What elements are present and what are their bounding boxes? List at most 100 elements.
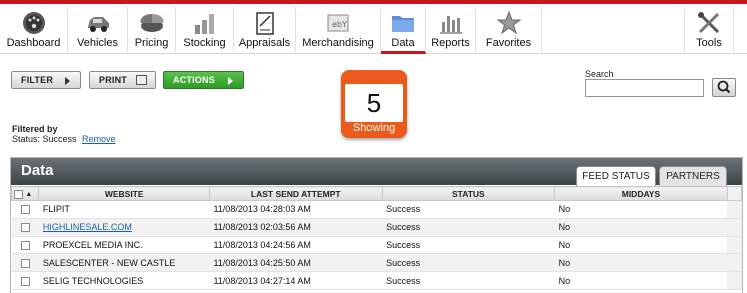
nav-dashboard[interactable]: Dashboard	[0, 6, 68, 54]
search-input[interactable]	[585, 79, 704, 97]
website-cell: SELIG TECHNOLOGIES	[38, 271, 210, 290]
row-checkbox[interactable]	[20, 205, 30, 215]
nav-label: Stocking	[183, 37, 226, 49]
scrollbar-track[interactable]	[727, 218, 742, 237]
nav-label: Tools	[696, 37, 722, 49]
column-header-website[interactable]: WEBSITE	[38, 186, 210, 201]
pie-chart-icon	[140, 13, 163, 32]
print-button-label: PRINT	[99, 75, 127, 85]
nav-label: Appraisals	[238, 37, 291, 49]
showing-count: 5	[345, 84, 403, 122]
clipboard-icon	[255, 12, 274, 35]
nav-stocking[interactable]: Stocking	[176, 6, 234, 54]
chevron-right-icon	[65, 77, 70, 85]
website-cell: FLIPIT	[38, 200, 210, 219]
scrollbar-header	[726, 186, 743, 201]
nav-appraisals[interactable]: Appraisals	[234, 6, 296, 54]
nav-data[interactable]: Data	[381, 6, 426, 54]
row-checkbox[interactable]	[20, 276, 30, 286]
print-button[interactable]: PRINT	[89, 71, 156, 89]
row-checkbox-cell	[11, 200, 39, 219]
nav-label: Pricing	[134, 37, 169, 49]
status-cell: Success	[382, 218, 555, 237]
bar-stack-icon	[194, 14, 214, 34]
search-label: Search	[585, 69, 614, 79]
feed-status-table: ▲ WEBSITE LAST SEND ATTEMPT STATUS MIDDA…	[10, 186, 743, 290]
table-header-row: ▲ WEBSITE LAST SEND ATTEMPT STATUS MIDDA…	[10, 186, 743, 201]
search-button[interactable]	[712, 78, 736, 97]
last-send-cell: 11/08/2013 04:25:50 AM	[209, 253, 383, 273]
nav-reports[interactable]: Reports	[426, 6, 476, 54]
row-checkbox-cell	[11, 218, 39, 237]
column-header-middays[interactable]: MIDDAYS	[554, 186, 728, 201]
nav-vehicles[interactable]: Vehicles	[68, 6, 128, 54]
nav-pricing[interactable]: Pricing	[128, 6, 176, 54]
data-panel: Data FEED STATUS PARTNERS ▲ WEBSITE LAST…	[10, 157, 743, 293]
scrollbar-track[interactable]	[727, 236, 742, 255]
top-accent-bar	[0, 0, 747, 4]
nav-label: Merchandising	[302, 37, 374, 49]
last-send-cell: 11/08/2013 04:24:56 AM	[209, 236, 383, 255]
row-checkbox-cell	[11, 271, 39, 290]
status-cell: Success	[382, 236, 555, 255]
sort-icon[interactable]: ▲	[25, 191, 32, 198]
panel-title: Data	[21, 162, 54, 179]
nav-tools[interactable]: Tools	[684, 6, 734, 54]
nav-favorites[interactable]: Favorites	[476, 6, 542, 54]
folder-icon	[392, 16, 414, 32]
report-chart-icon	[439, 16, 462, 34]
middays-cell: No	[554, 236, 728, 255]
tab-feed-status[interactable]: FEED STATUS	[576, 166, 656, 186]
filtered-by: Filtered by Status: Success Remove	[12, 124, 116, 144]
filtered-by-heading: Filtered by	[12, 124, 58, 134]
column-header-last-send[interactable]: LAST SEND ATTEMPT	[208, 186, 383, 201]
row-checkbox[interactable]	[20, 223, 30, 233]
website-cell: HIGHLINESALE.COM	[38, 218, 210, 237]
remove-filter-link[interactable]: Remove	[82, 134, 116, 144]
nav-label: Reports	[431, 37, 470, 49]
row-checkbox[interactable]	[20, 241, 30, 251]
table-row[interactable]: PROEXCEL MEDIA INC. 11/08/2013 04:24:56 …	[11, 236, 742, 255]
scrollbar-track[interactable]	[727, 253, 742, 273]
filtered-by-criteria: Status: Success Remove	[12, 134, 116, 144]
middays-cell: No	[554, 253, 728, 273]
status-cell: Success	[382, 253, 555, 273]
scrollbar-track[interactable]	[727, 200, 742, 219]
actions-button[interactable]: ACTIONS	[163, 71, 244, 89]
last-send-cell: 11/08/2013 04:27:14 AM	[209, 271, 383, 290]
table-row[interactable]: HIGHLINESALE.COM 11/08/2013 02:03:56 AM …	[11, 218, 742, 237]
website-cell: PROEXCEL MEDIA INC.	[38, 236, 210, 255]
ebay-listing-icon: ebY	[327, 14, 349, 32]
showing-label: Showing	[352, 122, 396, 134]
actions-button-label: ACTIONS	[173, 75, 215, 85]
nav-merchandising[interactable]: ebY Merchandising	[296, 6, 381, 54]
nav-label: Vehicles	[77, 37, 118, 49]
middays-cell: No	[554, 218, 728, 237]
panel-header: Data FEED STATUS PARTNERS	[11, 158, 742, 186]
table-row[interactable]: FLIPIT 11/08/2013 04:28:03 AM Success No	[11, 200, 742, 219]
printer-icon	[136, 75, 147, 85]
scrollbar-track[interactable]	[727, 271, 742, 290]
dashboard-gauge-icon	[22, 12, 45, 34]
nav-label: Favorites	[485, 37, 532, 49]
website-link[interactable]: HIGHLINESALE.COM	[43, 222, 132, 232]
last-send-cell: 11/08/2013 02:03:56 AM	[209, 218, 383, 237]
filter-status-text: Status: Success	[12, 134, 77, 144]
status-cell: Success	[382, 200, 555, 219]
filter-button-label: FILTER	[21, 75, 54, 85]
select-all-checkbox[interactable]	[14, 189, 23, 199]
nav-label: Data	[391, 37, 415, 49]
filter-button[interactable]: FILTER	[11, 71, 81, 89]
tab-partners[interactable]: PARTNERS	[659, 166, 727, 186]
middays-cell: No	[554, 200, 728, 219]
car-icon	[87, 17, 109, 32]
column-header-status[interactable]: STATUS	[381, 186, 556, 201]
star-icon	[496, 10, 521, 35]
tools-icon	[698, 12, 720, 34]
select-all-header: ▲	[10, 186, 40, 201]
row-checkbox[interactable]	[20, 258, 30, 268]
table-row[interactable]: SALESCENTER - NEW CASTLE 11/08/2013 04:2…	[11, 253, 742, 273]
row-checkbox-cell	[11, 253, 39, 273]
website-cell: SALESCENTER - NEW CASTLE	[38, 253, 210, 273]
table-row[interactable]: SELIG TECHNOLOGIES 11/08/2013 04:27:14 A…	[11, 271, 742, 290]
